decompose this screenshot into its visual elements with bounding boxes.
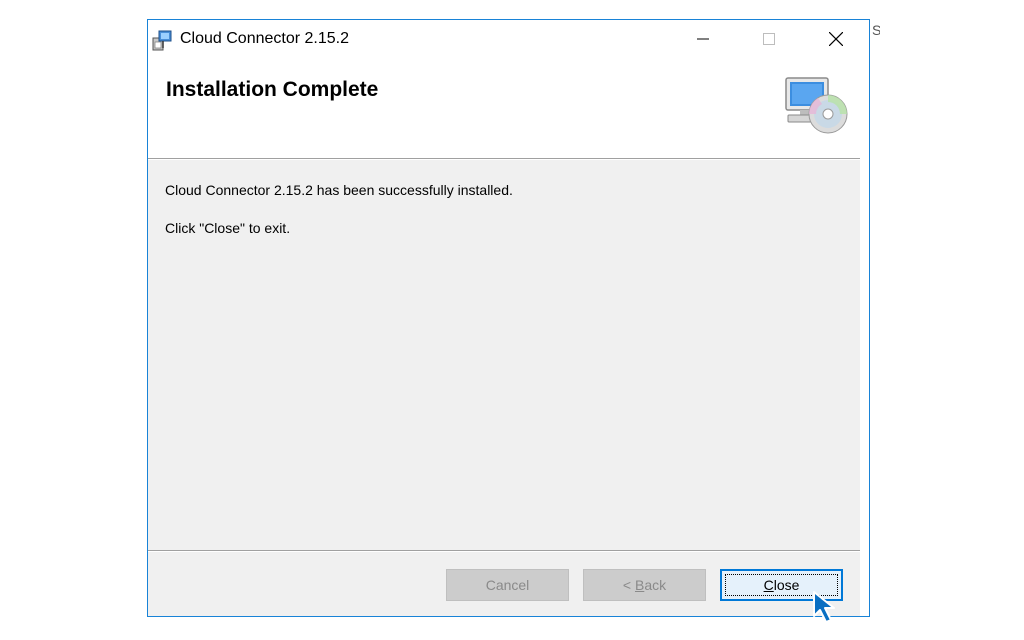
title-bar[interactable]: Cloud Connector 2.15.2 [148,20,869,58]
back-label-rest: ack [644,577,667,593]
back-arrow: < [622,577,632,593]
back-button[interactable]: < Back [583,569,706,601]
page-title: Installation Complete [166,78,379,101]
background-window-fragment: S [872,22,880,38]
maximize-icon [763,33,775,45]
back-accelerator: B [634,577,645,593]
window-close-button[interactable] [813,20,859,58]
minimize-button[interactable] [680,20,726,58]
installer-icon [152,30,172,51]
scrollbar-strip [860,58,869,616]
footer-divider-highlight [148,551,860,552]
success-message: Cloud Connector 2.15.2 has been successf… [165,182,513,198]
cancel-button-label: Cancel [485,577,530,593]
cancel-button[interactable]: Cancel [446,569,569,601]
computer-cd-icon [785,77,848,134]
back-button-label: < Back [623,577,666,593]
maximize-button[interactable] [746,20,792,58]
minimize-icon [697,38,709,40]
instruction-message: Click "Close" to exit. [165,220,291,236]
header-divider-highlight [148,159,860,160]
pointer-cursor-icon [813,591,835,623]
close-icon [829,32,843,46]
installer-dialog: Cloud Connector 2.15.2 Installation Comp… [147,19,870,617]
window-title: Cloud Connector 2.15.2 [180,30,349,47]
banner: Installation Complete [148,58,860,158]
